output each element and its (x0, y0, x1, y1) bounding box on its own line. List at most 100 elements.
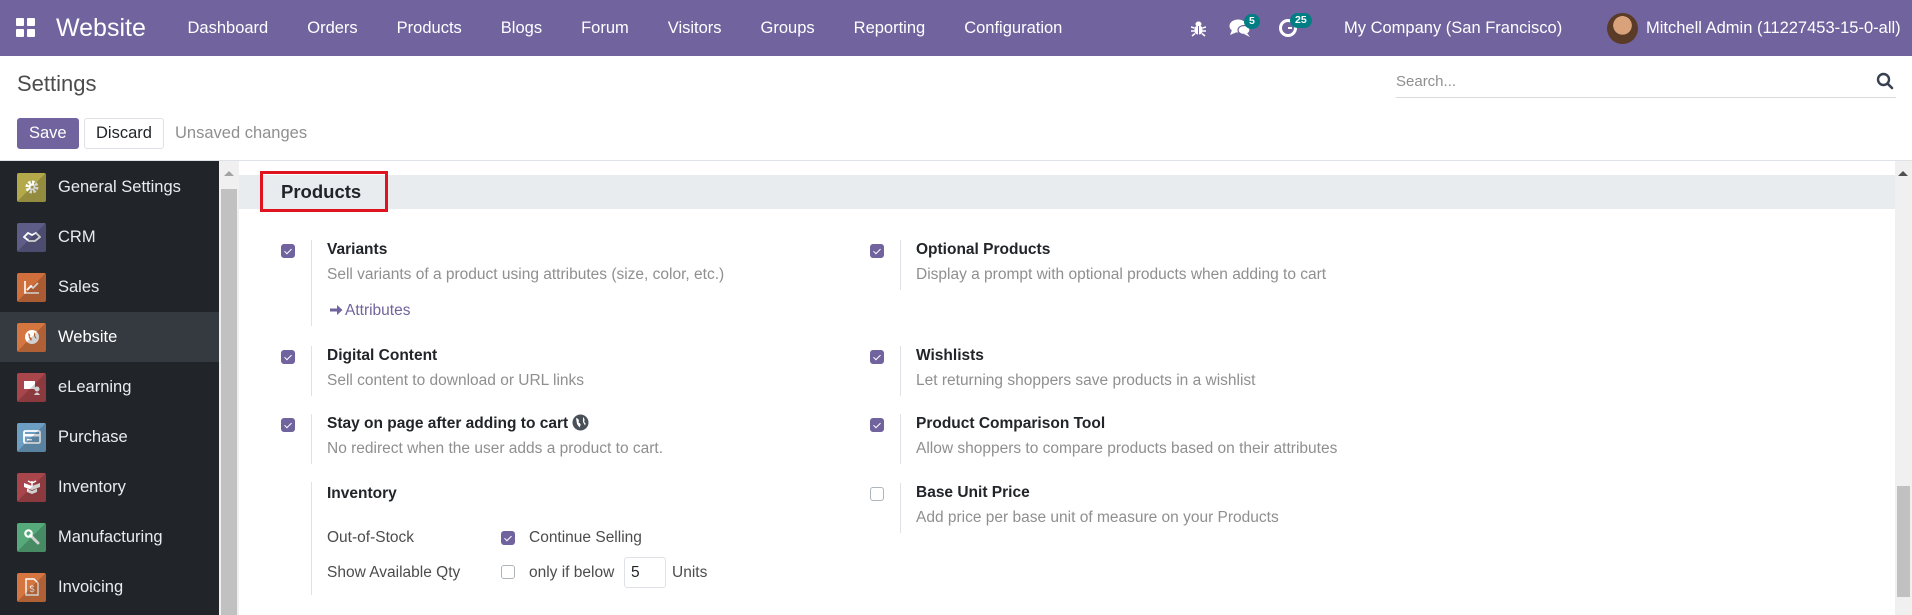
sidebar-item-label: General Settings (58, 177, 181, 196)
setting-divider (900, 483, 901, 533)
setting-title: Digital Content (327, 347, 438, 364)
handshake-icon (17, 222, 46, 252)
top-navbar: Website Dashboard Orders Products Blogs … (0, 0, 1912, 56)
sidebar-scrollbar[interactable] (219, 161, 239, 615)
sidebar-item-sales[interactable]: Sales (0, 262, 219, 312)
user-menu[interactable]: Mitchell Admin (11227453-15-0-all) (1646, 0, 1901, 56)
setting-divider (311, 346, 312, 396)
box-icon (17, 472, 46, 502)
wishlists-checkbox[interactable] (870, 350, 884, 364)
setting-description: Sell variants of a product using attribu… (327, 266, 725, 283)
menu-configuration[interactable]: Configuration (945, 0, 1082, 56)
setting-divider (900, 414, 901, 464)
menu-groups[interactable]: Groups (741, 0, 834, 56)
sidebar-item-elearning[interactable]: eLearning (0, 362, 219, 412)
wrench-icon (17, 522, 46, 552)
sidebar-item-purchase[interactable]: Purchase (0, 412, 219, 462)
setting-divider (900, 240, 901, 290)
app-brand[interactable]: Website (56, 12, 146, 44)
sidebar-item-label: Manufacturing (58, 527, 163, 546)
debug-bug-icon[interactable] (1190, 19, 1207, 42)
setting-description: Display a prompt with optional products … (916, 266, 1327, 283)
arrow-right-icon (330, 305, 343, 315)
content-scrollbar[interactable] (1895, 161, 1912, 615)
product-comparison-checkbox[interactable] (870, 418, 884, 432)
setting-title: Base Unit Price (916, 484, 1030, 501)
continue-selling-checkbox[interactable] (501, 531, 515, 545)
menu-products[interactable]: Products (377, 0, 481, 56)
sidebar-item-inventory[interactable]: Inventory (0, 462, 219, 512)
continue-selling-label[interactable]: Continue Selling (529, 528, 642, 548)
sidebar-scroll-thumb[interactable] (221, 189, 237, 615)
svg-text:$: $ (29, 584, 34, 594)
setting-description: Let returning shoppers save products in … (916, 372, 1256, 389)
show-available-qty-checkbox[interactable] (501, 565, 515, 579)
setting-divider (311, 240, 312, 326)
out-of-stock-label: Out-of-Stock (327, 529, 414, 546)
sidebar-item-label: CRM (58, 227, 96, 246)
setting-title: Stay on page after adding to cart (327, 414, 589, 434)
search-input[interactable] (1396, 66, 1866, 96)
company-switcher[interactable]: My Company (San Francisco) (1344, 0, 1562, 56)
setting-title-text: Stay on page after adding to cart (327, 415, 569, 432)
attributes-link[interactable]: Attributes (330, 301, 410, 321)
sidebar-item-general-settings[interactable]: General Settings (0, 162, 219, 212)
sidebar-item-website[interactable]: Website (0, 312, 219, 362)
sidebar-item-crm[interactable]: CRM (0, 212, 219, 262)
units-label: Units (672, 564, 708, 581)
available-qty-threshold-input[interactable] (624, 557, 666, 588)
menu-orders[interactable]: Orders (288, 0, 377, 56)
save-button[interactable]: Save (17, 118, 79, 149)
presentation-icon (17, 372, 46, 402)
content-scroll-thumb[interactable] (1897, 486, 1910, 597)
sidebar-item-manufacturing[interactable]: Manufacturing (0, 512, 219, 562)
website-scope-globe-icon (572, 414, 589, 431)
only-if-below-label: only if below (529, 564, 615, 581)
menu-forum[interactable]: Forum (562, 0, 649, 56)
attributes-link-label: Attributes (345, 302, 411, 319)
setting-description: Sell content to download or URL links (327, 372, 585, 389)
digital-content-checkbox[interactable] (281, 350, 295, 364)
setting-description: No redirect when the user adds a product… (327, 440, 664, 457)
gear-icon (17, 172, 46, 202)
sidebar-item-label: eLearning (58, 377, 132, 396)
user-avatar[interactable] (1607, 13, 1638, 44)
messages-count-badge: 5 (1244, 14, 1260, 29)
scroll-up-arrow-icon[interactable] (1898, 171, 1908, 176)
base-unit-price-checkbox[interactable] (870, 487, 884, 501)
sidebar-item-label: Website (58, 327, 118, 346)
setting-divider (311, 482, 312, 595)
credit-card-icon (17, 422, 46, 452)
unsaved-changes-indicator: Unsaved changes (175, 124, 308, 142)
optional-products-checkbox[interactable] (870, 244, 884, 258)
setting-divider (311, 414, 312, 464)
setting-title: Inventory (327, 485, 397, 502)
sidebar-item-label: Inventory (58, 477, 126, 496)
section-header (239, 175, 1895, 209)
show-available-qty-label: Show Available Qty (327, 564, 461, 581)
setting-title: Product Comparison Tool (916, 415, 1106, 432)
setting-title: Wishlists (916, 347, 984, 364)
messaging-menu[interactable]: 5 (1229, 14, 1269, 40)
activities-count-badge: 25 (1290, 13, 1312, 28)
chart-line-icon (17, 272, 46, 302)
variants-checkbox[interactable] (281, 244, 295, 258)
scroll-up-arrow-icon[interactable] (224, 171, 234, 176)
menu-reporting[interactable]: Reporting (834, 0, 945, 56)
apps-menu-icon[interactable] (16, 18, 36, 38)
menu-visitors[interactable]: Visitors (648, 0, 741, 56)
sidebar-item-label: Purchase (58, 427, 128, 446)
setting-description: Add price per base unit of measure on yo… (916, 509, 1279, 526)
stay-on-page-checkbox[interactable] (281, 418, 295, 432)
menu-blogs[interactable]: Blogs (481, 0, 561, 56)
setting-title: Variants (327, 241, 388, 258)
sidebar-item-invoicing[interactable]: $ Invoicing (0, 562, 219, 612)
highlight-annotation-box (260, 171, 388, 212)
search-icon[interactable] (1876, 72, 1894, 90)
discard-button[interactable]: Discard (84, 118, 164, 149)
menu-dashboard[interactable]: Dashboard (168, 0, 288, 56)
setting-title: Optional Products (916, 241, 1051, 258)
globe-icon (17, 322, 46, 352)
sidebar-item-label: Invoicing (58, 577, 124, 596)
activity-menu[interactable]: 25 (1278, 13, 1328, 40)
